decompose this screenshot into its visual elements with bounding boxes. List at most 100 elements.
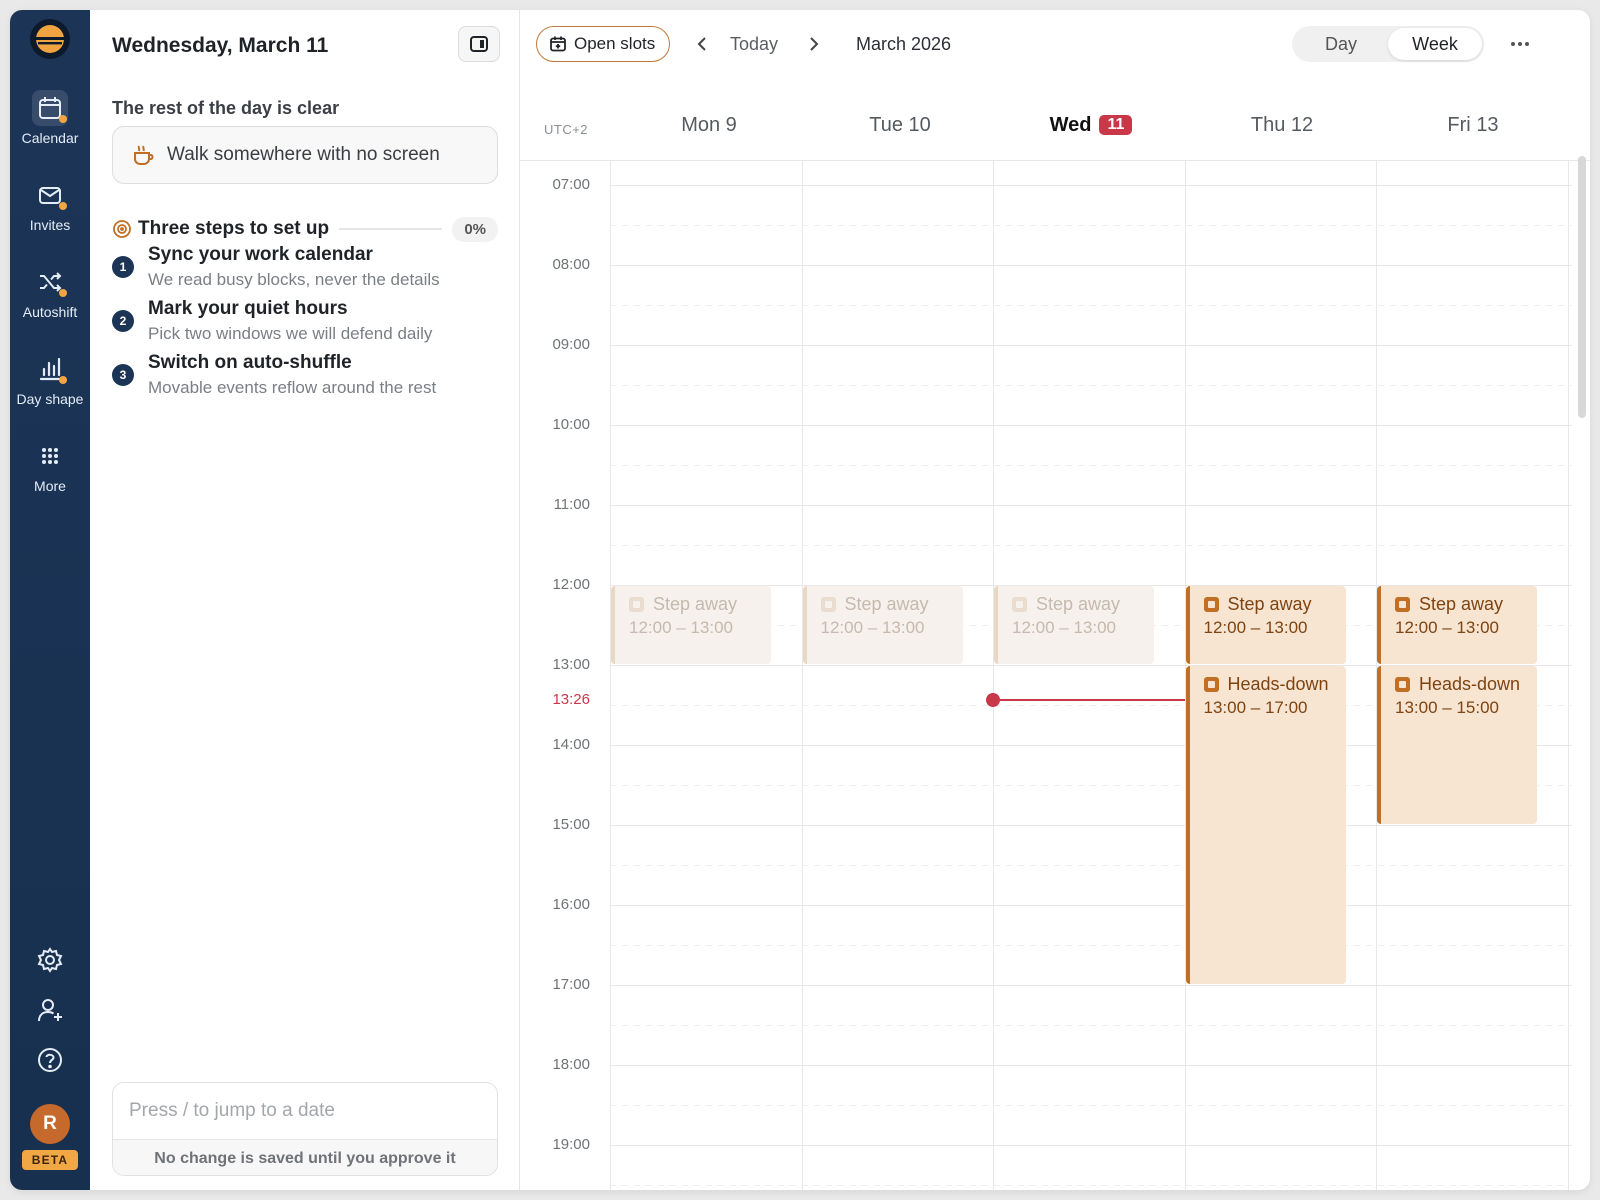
- step-subtitle: Pick two windows we will defend daily: [148, 324, 433, 343]
- day-column-divider: [801, 161, 803, 1190]
- day-header-fri[interactable]: Fri 13: [1380, 114, 1566, 137]
- hour-label: 17:00: [552, 976, 590, 993]
- setup-progress-track: [339, 228, 443, 230]
- event-title-text: Step away: [1227, 594, 1312, 614]
- day-header-mon[interactable]: Mon 9: [616, 114, 802, 137]
- step-number: 1: [112, 256, 134, 278]
- view-day-option[interactable]: Day: [1294, 28, 1388, 60]
- hour-line: [610, 185, 1572, 186]
- avatar[interactable]: R: [30, 1104, 70, 1144]
- hour-line: [610, 425, 1572, 426]
- event-block[interactable]: Step away 12:00 – 13:00: [994, 586, 1154, 664]
- rail-label: More: [34, 478, 66, 494]
- next-week-button[interactable]: [802, 32, 826, 56]
- step-title: Mark your quiet hours: [148, 298, 348, 319]
- event-title-text: Step away: [653, 594, 738, 614]
- hour-label: 19:00: [552, 1136, 590, 1153]
- rail-item-calendar[interactable]: Calendar: [10, 88, 90, 146]
- add-user-icon[interactable]: [36, 996, 64, 1024]
- toggle-panel-button[interactable]: [458, 26, 500, 62]
- setup-step-auto-shuffle[interactable]: 3 Switch on auto-shuffle Movable events …: [112, 352, 502, 400]
- rail-label: Day shape: [16, 391, 84, 407]
- grid-icon: [42, 448, 58, 464]
- today-button[interactable]: Today: [730, 34, 778, 55]
- beta-badge: BETA: [22, 1150, 78, 1170]
- more-horizontal-icon: [1511, 42, 1529, 46]
- hour-line: [610, 985, 1572, 986]
- step-number: 3: [112, 364, 134, 386]
- day-name: Tue: [869, 114, 903, 136]
- event-type-icon: [820, 597, 836, 612]
- day-name: Wed: [1049, 114, 1092, 136]
- setup-progress-badge: 0%: [452, 216, 498, 242]
- rail-item-autoshift[interactable]: Autoshift: [10, 262, 90, 320]
- step-subtitle: Movable events reflow around the rest: [148, 378, 437, 397]
- view-toggle: Day Week: [1292, 26, 1484, 62]
- event-title: Step away: [1203, 594, 1312, 615]
- hour-line: [610, 265, 1572, 266]
- event-block[interactable]: Step away 12:00 – 13:00: [802, 586, 963, 664]
- day-number: 12: [1290, 114, 1314, 136]
- event-title-text: Heads-down: [1227, 674, 1329, 694]
- half-hour-line: [610, 225, 1572, 226]
- current-time-dot: [986, 692, 1000, 707]
- event-time: 13:00 – 15:00: [1395, 698, 1499, 717]
- event-title-text: Step away: [1419, 594, 1504, 614]
- jump-to-date-box: No change is saved until you approve it: [112, 1082, 498, 1176]
- view-week-option[interactable]: Week: [1388, 28, 1482, 60]
- event-time: 13:00 – 17:00: [1203, 698, 1308, 717]
- hour-line: [610, 825, 1572, 826]
- event-title: Step away: [1012, 594, 1120, 615]
- hour-line: [610, 505, 1572, 506]
- half-hour-line: [610, 545, 1572, 546]
- hour-line: [610, 1145, 1572, 1146]
- calendar-toolbar: Open slots Today March 2026 Day Week: [520, 10, 1590, 80]
- jump-to-date-input[interactable]: [113, 1083, 497, 1139]
- day-header-tue[interactable]: Tue 10: [807, 114, 993, 137]
- rail-label: Autoshift: [22, 304, 78, 320]
- page-title: Wednesday, March 11: [112, 34, 329, 57]
- rail-item-day-shape[interactable]: Day shape: [10, 349, 90, 407]
- event-time: 12:00 – 13:00: [629, 618, 733, 637]
- day-column-divider: [1567, 161, 1569, 1190]
- event-type-icon: [1395, 677, 1410, 692]
- event-block[interactable]: Step away 12:00 – 13:00: [1377, 586, 1537, 664]
- event-block[interactable]: Heads-down 13:00 – 17:00: [1185, 666, 1346, 984]
- timezone-label: UTC+2: [544, 122, 589, 137]
- event-type-icon: [1012, 597, 1027, 612]
- day-column-divider: [610, 161, 611, 1190]
- rail-item-more[interactable]: More: [10, 436, 90, 494]
- notification-dot: [59, 289, 67, 297]
- setup-step-sync[interactable]: 1 Sync your work calendar We read busy b…: [112, 244, 502, 292]
- half-hour-line: [610, 1185, 1572, 1186]
- target-icon: [113, 220, 131, 238]
- event-block[interactable]: Heads-down 13:00 – 15:00: [1377, 666, 1537, 824]
- half-hour-line: [610, 1025, 1572, 1026]
- setup-step-quiet-hours[interactable]: 2 Mark your quiet hours Pick two windows…: [112, 298, 502, 346]
- grid-scrollbar[interactable]: [1578, 156, 1586, 418]
- event-title: Step away: [629, 594, 737, 615]
- half-hour-line: [610, 1105, 1572, 1106]
- event-type-icon: [1203, 597, 1219, 612]
- help-icon[interactable]: [36, 1046, 64, 1074]
- step-title: Sync your work calendar: [148, 244, 373, 265]
- event-title-text: Step away: [1036, 594, 1121, 614]
- day-header-thu[interactable]: Thu 12: [1189, 114, 1375, 137]
- event-type-icon: [1395, 597, 1410, 612]
- gear-icon[interactable]: [36, 946, 64, 974]
- day-name: Mon: [681, 114, 721, 136]
- prev-week-button[interactable]: [690, 32, 714, 56]
- hour-label: 18:00: [552, 1056, 590, 1073]
- more-options-button[interactable]: [1506, 32, 1534, 56]
- event-time: 12:00 – 13:00: [1012, 618, 1116, 637]
- event-block[interactable]: Step away 12:00 – 13:00: [611, 586, 771, 664]
- day-header-wed[interactable]: Wed 11: [998, 114, 1184, 137]
- open-slots-button[interactable]: Open slots: [536, 26, 671, 62]
- suggestion-card[interactable]: Walk somewhere with no screen: [112, 126, 498, 184]
- event-title: Heads-down: [1395, 674, 1520, 695]
- hour-label: 10:00: [552, 416, 590, 433]
- step-subtitle: We read busy blocks, never the details: [148, 270, 440, 289]
- time-grid[interactable]: 07:00 08:00 09:00 10:00 11:00 12:00 13:00 14:00…: [520, 160, 1590, 1190]
- rail-item-invites[interactable]: Invites: [10, 175, 90, 233]
- event-block[interactable]: Step away 12:00 – 13:00: [1185, 586, 1346, 664]
